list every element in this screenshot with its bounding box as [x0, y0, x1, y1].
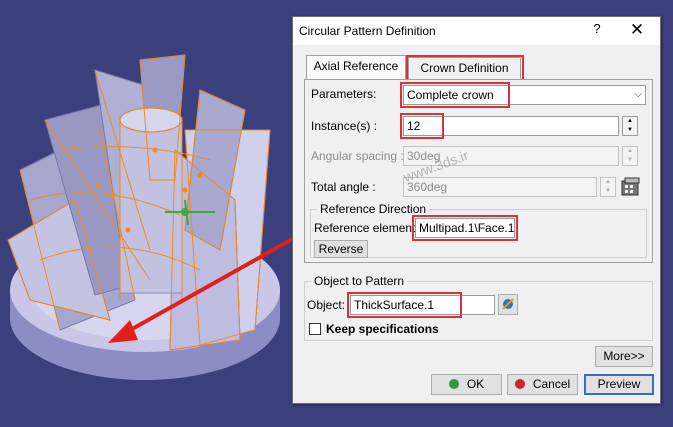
object-to-pattern-title: Object to Pattern — [311, 274, 408, 288]
parameters-value: Complete crown — [407, 88, 494, 102]
keep-specifications-checkbox[interactable] — [309, 323, 321, 335]
cancel-button[interactable]: Cancel — [507, 374, 578, 395]
help-button[interactable]: ? — [589, 21, 605, 39]
angular-spacing-label: Angular spacing : — [311, 149, 404, 163]
circular-pattern-dialog: Circular Pattern Definition ? ✕ Axial Re… — [292, 16, 661, 404]
cancel-label: Cancel — [532, 377, 571, 391]
reference-element-label: Reference element: — [314, 221, 419, 235]
reverse-button[interactable]: Reverse — [314, 240, 368, 258]
keep-specifications-label: Keep specifications — [326, 322, 439, 336]
object-label: Object: — [307, 298, 346, 312]
tab-axial-reference[interactable]: Axial Reference — [306, 55, 406, 79]
object-picker-icon[interactable] — [498, 294, 518, 315]
ok-button[interactable]: OK — [431, 374, 502, 395]
reference-element-field[interactable]: Multipad.1\Face.1 — [415, 218, 515, 238]
tab-crown-definition[interactable]: Crown Definition — [408, 57, 521, 79]
parameters-label: Parameters: — [311, 87, 377, 101]
reference-direction-title: Reference Direction — [317, 202, 430, 216]
instances-label: Instance(s) : — [311, 119, 378, 133]
instances-input[interactable]: 12 — [403, 116, 619, 136]
total-angle-label: Total angle : — [311, 180, 376, 194]
impeller-model — [7, 54, 280, 380]
total-angle-spinner[interactable]: ▲ ▼ — [600, 177, 616, 197]
ok-icon — [448, 379, 459, 389]
more-button[interactable]: More>> — [595, 346, 653, 367]
preview-button[interactable]: Preview — [584, 374, 654, 395]
parameters-dropdown[interactable]: Complete crown ⌵ — [403, 85, 646, 105]
ok-label: OK — [466, 377, 485, 391]
dialog-title: Circular Pattern Definition — [299, 24, 436, 38]
calculator-icon[interactable] — [619, 175, 643, 199]
instances-spinner[interactable]: ▲ ▼ — [622, 116, 638, 136]
cancel-icon — [514, 379, 525, 389]
axial-reference-panel: Parameters: Complete crown ⌵ Instance(s)… — [304, 79, 653, 263]
chevron-down-icon[interactable]: ⌵ — [634, 86, 642, 104]
angular-spacing-spinner[interactable]: ▲ ▼ — [622, 146, 638, 166]
object-field[interactable]: ThickSurface.1 — [350, 295, 495, 315]
dialog-titlebar[interactable]: Circular Pattern Definition ? ✕ — [293, 17, 660, 45]
reference-direction-group: Reference Direction Reference element: M… — [310, 202, 647, 258]
close-button[interactable]: ✕ — [627, 20, 647, 40]
object-to-pattern-group: Object to Pattern Object: ThickSurface.1… — [304, 274, 653, 341]
total-angle-input[interactable]: 360deg — [403, 177, 597, 197]
